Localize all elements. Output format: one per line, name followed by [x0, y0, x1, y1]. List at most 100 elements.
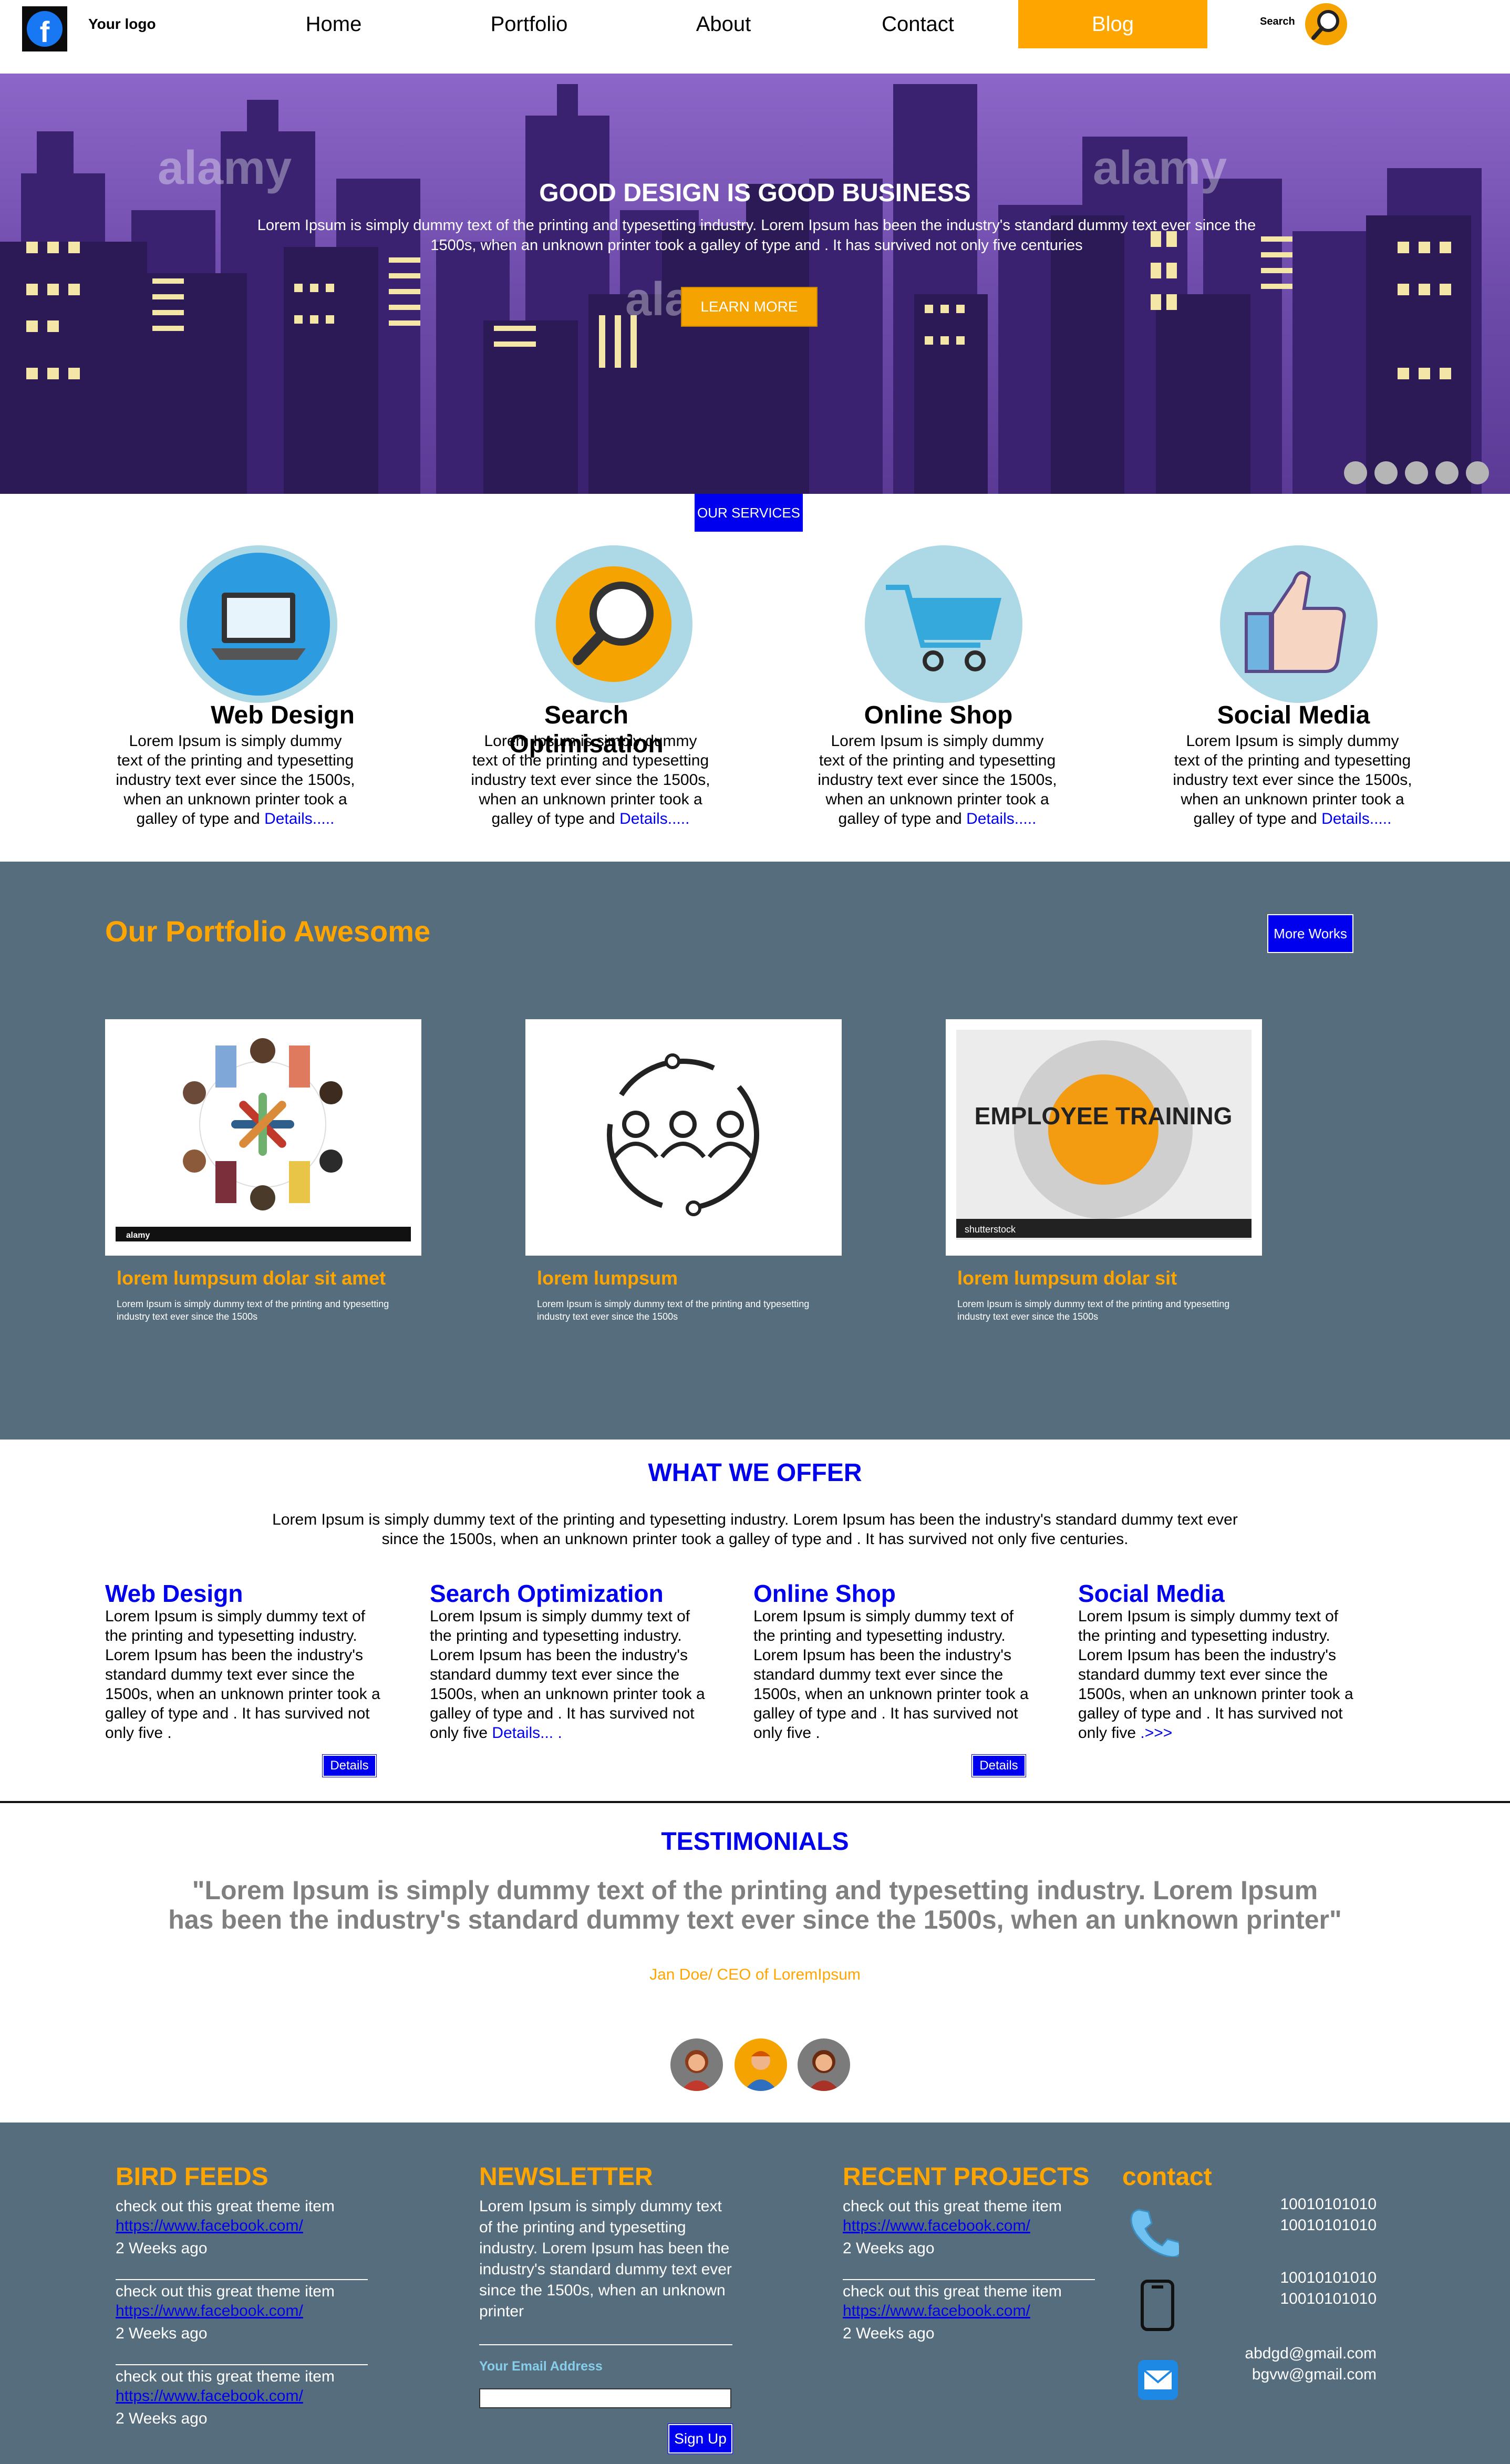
more-works-button[interactable]: More Works [1267, 914, 1353, 953]
nav-blog[interactable]: Blog [1018, 0, 1207, 48]
feed-item-time: 2 Weeks ago [116, 2410, 208, 2427]
project-divider [843, 2279, 1095, 2280]
svg-text:alamy: alamy [126, 1231, 150, 1240]
offer-text: Lorem Ipsum is simply dummy text of the … [272, 1511, 1238, 1548]
shopping-cart-icon [865, 545, 1022, 703]
email-address-1: abdgd@gmail.com [1245, 2345, 1377, 2362]
service-text-online-shop: Lorem Ipsum is simply dummy text of the … [818, 732, 1057, 827]
feed-item-text: check out this great theme item [116, 2368, 335, 2385]
slider-dot-4[interactable] [1435, 461, 1459, 484]
email-address-2: bgvw@gmail.com [1252, 2366, 1377, 2383]
hero-text: Lorem Ipsum is simply dummy text of the … [257, 217, 1256, 254]
phone-number-1: 10010101010 [1280, 2196, 1377, 2213]
project-item-link[interactable]: https://www.facebook.com/ [843, 2302, 1030, 2320]
nav-contact[interactable]: Contact [857, 0, 978, 48]
email-icon [1137, 2359, 1179, 2404]
city-skyline-image: alamy alamy alamy [0, 84, 1482, 494]
testimonials-title: TESTIMONIALS [661, 1828, 849, 1856]
slider-dot-2[interactable] [1374, 461, 1398, 484]
svg-text:shutterstock: shutterstock [965, 1224, 1016, 1235]
service-text-search-optimisation: Lorem Ipsum is simply dummy text of the … [471, 732, 710, 827]
recent-projects-title: RECENT PROJECTS [843, 2163, 1090, 2191]
nav-home[interactable]: Home [273, 0, 394, 48]
offer-more-link[interactable]: .>>> [1140, 1724, 1172, 1742]
bird-feeds-title: BIRD FEEDS [116, 2163, 268, 2191]
facebook-logo-icon[interactable]: f [22, 6, 67, 51]
learn-more-button[interactable]: LEARN MORE [681, 287, 818, 327]
feed-divider [116, 2364, 368, 2365]
mobile-number-2: 10010101010 [1280, 2290, 1377, 2307]
offer-title-web-design: Web Design [105, 1580, 243, 1607]
service-details-link[interactable]: Details..... [619, 810, 689, 827]
feed-item-link[interactable]: https://www.facebook.com/ [116, 2217, 303, 2235]
header: f Your logo Home Portfolio About Contact… [0, 0, 1510, 74]
service-details-link[interactable]: Details..... [966, 810, 1036, 827]
service-details-link[interactable]: Details..... [1321, 810, 1391, 827]
slider-dot-3[interactable] [1405, 461, 1428, 484]
laptop-icon [180, 545, 337, 703]
feed-item-time: 2 Weeks ago [116, 2325, 208, 2342]
service-details-link[interactable]: Details..... [264, 810, 334, 827]
feed-item-text: check out this great theme item [116, 2198, 335, 2215]
sign-up-button[interactable]: Sign Up [668, 2424, 733, 2454]
email-input[interactable] [479, 2388, 731, 2408]
testimonial-author: Jan Doe/ CEO of LoremIpsum [649, 1966, 861, 1983]
search-label: Search [1260, 16, 1295, 27]
nav-portfolio[interactable]: Portfolio [469, 0, 589, 48]
thumbs-up-icon [1220, 545, 1378, 703]
phone-icon [1129, 2204, 1182, 2260]
offer-details-link[interactable]: Details... . [492, 1724, 562, 1742]
offer-text-search-optimization: Lorem Ipsum is simply dummy text of the … [430, 1608, 705, 1742]
offer-title-online-shop: Online Shop [753, 1580, 896, 1607]
phone-number-2: 10010101010 [1280, 2217, 1377, 2234]
project-item-text: check out this great theme item [843, 2198, 1062, 2215]
project-item-time: 2 Weeks ago [843, 2325, 935, 2342]
feed-item-link[interactable]: https://www.facebook.com/ [116, 2387, 303, 2405]
feed-item-text: check out this great theme item [116, 2283, 335, 2300]
feed-divider [116, 2279, 368, 2280]
portfolio-title: Our Portfolio Awesome [105, 915, 431, 948]
page: f Your logo Home Portfolio About Contact… [0, 0, 1510, 2464]
contact-title: contact [1122, 2163, 1212, 2191]
portfolio-caption-1[interactable]: lorem lumpsum dolar sit amet [117, 1267, 386, 1289]
newsletter-divider [479, 2344, 732, 2345]
svg-text:EMPLOYEE TRAINING: EMPLOYEE TRAINING [975, 1102, 1233, 1130]
slider-dot-1[interactable] [1344, 461, 1367, 484]
portfolio-image-2[interactable] [525, 1019, 842, 1256]
service-title-social-media: Social Media [1217, 701, 1370, 729]
avatar-1[interactable] [670, 2038, 723, 2091]
service-title-web-design: Web Design [211, 701, 355, 729]
avatar-3[interactable] [798, 2038, 850, 2091]
offer-title-social-media: Social Media [1078, 1580, 1225, 1607]
portfolio-image-1[interactable]: alamy [105, 1019, 421, 1256]
newsletter-title: NEWSLETTER [479, 2163, 653, 2191]
offer-details-button-web-design[interactable]: Details [322, 1754, 377, 1777]
nav-about[interactable]: About [663, 0, 784, 48]
email-label: Your Email Address [479, 2359, 603, 2374]
our-services-tab[interactable]: OUR SERVICES [695, 494, 803, 532]
mobile-number-1: 10010101010 [1280, 2269, 1377, 2286]
avatar-2[interactable] [735, 2038, 787, 2091]
portfolio-section: Our Portfolio Awesome More Works alamy E… [0, 862, 1510, 1440]
hero-title: GOOD DESIGN IS GOOD BUSINESS [539, 179, 971, 207]
offer-title: WHAT WE OFFER [648, 1459, 862, 1487]
portfolio-image-3[interactable]: EMPLOYEE TRAINING shutterstock [946, 1019, 1262, 1256]
portfolio-caption-2[interactable]: lorem lumpsum [537, 1267, 678, 1289]
logo-text: Your logo [88, 16, 156, 32]
project-item-time: 2 Weeks ago [843, 2240, 935, 2257]
section-divider [0, 1801, 1510, 1803]
portfolio-desc-1: Lorem Ipsum is simply dummy text of the … [117, 1299, 389, 1322]
search-icon[interactable] [1305, 3, 1347, 45]
portfolio-desc-2: Lorem Ipsum is simply dummy text of the … [537, 1299, 810, 1322]
portfolio-caption-3[interactable]: lorem lumpsum dolar sit [957, 1267, 1177, 1289]
service-text-social-media: Lorem Ipsum is simply dummy text of the … [1173, 732, 1412, 827]
service-title-online-shop: Online Shop [864, 701, 1013, 729]
hero-banner: alamy alamy alamy GOOD DESIGN IS GOOD BU… [0, 74, 1510, 494]
offer-text-web-design: Lorem Ipsum is simply dummy text of the … [105, 1608, 380, 1742]
project-item-link[interactable]: https://www.facebook.com/ [843, 2217, 1030, 2235]
service-text-web-design: Lorem Ipsum is simply dummy text of the … [116, 732, 355, 827]
slider-dot-5[interactable] [1466, 461, 1489, 484]
feed-item-link[interactable]: https://www.facebook.com/ [116, 2302, 303, 2320]
portfolio-desc-3: Lorem Ipsum is simply dummy text of the … [957, 1299, 1230, 1322]
offer-details-button-online-shop[interactable]: Details [971, 1754, 1026, 1777]
